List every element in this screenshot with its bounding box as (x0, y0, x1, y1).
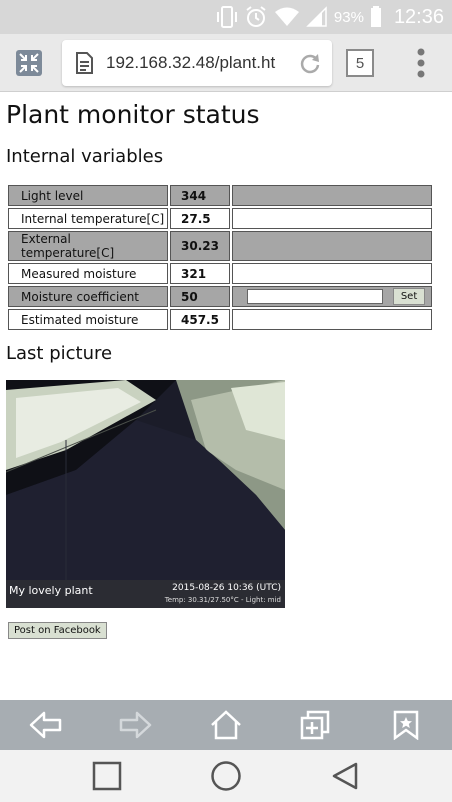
table-row: Light level 344 (8, 185, 432, 206)
row-label: Internal temperature[C] (8, 208, 168, 229)
row-label: Estimated moisture (8, 309, 168, 330)
row-value: 344 (170, 185, 230, 206)
variables-table: Light level 344 Internal temperature[C] … (6, 183, 434, 332)
row-extra (232, 231, 432, 261)
plant-picture: My lovely plant 2015-08-26 10:36 (UTC) T… (6, 380, 285, 608)
page-icon (74, 52, 94, 78)
more-vert-icon (417, 48, 425, 78)
tab-count: 5 (355, 54, 365, 72)
row-value: 457.5 (170, 309, 230, 330)
wifi-icon (274, 6, 300, 28)
row-extra (232, 263, 432, 284)
circle-icon (211, 761, 241, 791)
row-value: 27.5 (170, 208, 230, 229)
picture-content (6, 380, 285, 608)
exit-fullscreen-icon (16, 50, 42, 76)
system-back-button[interactable] (315, 750, 375, 802)
system-nav-bar (0, 750, 452, 802)
browser-bottom-bar (0, 700, 452, 750)
table-row: Moisture coefficient 50 Set (8, 286, 432, 307)
page-title: Plant monitor status (6, 100, 260, 129)
exit-fullscreen-button[interactable] (10, 46, 48, 80)
square-icon (92, 761, 122, 791)
alarm-icon (244, 5, 268, 29)
row-extra (232, 208, 432, 229)
status-bar: 93% 12:36 (0, 0, 452, 34)
row-label: External temperature[C] (8, 231, 168, 261)
new-tab-button[interactable] (285, 700, 345, 750)
post-on-facebook-button[interactable]: Post on Facebook (8, 622, 107, 639)
recent-apps-button[interactable] (77, 750, 137, 802)
section-heading-picture: Last picture (6, 343, 113, 364)
system-home-button[interactable] (196, 750, 256, 802)
coefficient-cell: Set (232, 286, 432, 307)
row-label: Moisture coefficient (8, 286, 168, 307)
picture-info: Temp: 30.31/27.50°C - Light: mid (164, 596, 281, 604)
table-row: Internal temperature[C] 27.5 (8, 208, 432, 229)
table-row: Estimated moisture 457.5 (8, 309, 432, 330)
reload-icon[interactable] (298, 51, 322, 79)
row-label: Measured moisture (8, 263, 168, 284)
table-row: External temperature[C] 30.23 (8, 231, 432, 261)
table-row: Measured moisture 321 (8, 263, 432, 284)
signal-icon (306, 6, 328, 28)
url-bar[interactable]: 192.168.32.48/plant.ht (62, 40, 332, 86)
row-label: Light level (8, 185, 168, 206)
row-value: 321 (170, 263, 230, 284)
bookmark-button[interactable] (376, 700, 436, 750)
back-arrow-icon (29, 711, 62, 739)
menu-button[interactable] (406, 44, 436, 82)
new-tab-icon (300, 710, 330, 740)
row-value: 50 (170, 286, 230, 307)
home-icon (211, 710, 241, 740)
picture-timestamp: 2015-08-26 10:36 (UTC) (172, 583, 281, 593)
triangle-back-icon (332, 762, 358, 790)
battery-icon (370, 6, 382, 28)
row-value: 30.23 (170, 231, 230, 261)
picture-caption: My lovely plant (9, 584, 93, 597)
moisture-coefficient-input[interactable] (247, 289, 383, 304)
row-extra (232, 185, 432, 206)
home-button[interactable] (196, 700, 256, 750)
browser-toolbar: 192.168.32.48/plant.ht 5 (0, 34, 452, 92)
bookmark-star-icon (393, 710, 419, 740)
forward-button[interactable] (105, 700, 165, 750)
section-heading-variables: Internal variables (6, 146, 164, 167)
back-button[interactable] (16, 700, 76, 750)
row-extra (232, 309, 432, 330)
url-text: 192.168.32.48/plant.ht (106, 53, 276, 72)
clock: 12:36 (393, 5, 444, 28)
set-button[interactable]: Set (392, 288, 426, 305)
vibrate-icon (216, 5, 238, 29)
battery-percent: 93% (333, 8, 364, 26)
forward-arrow-icon (119, 711, 152, 739)
tab-switcher-button[interactable]: 5 (346, 49, 374, 77)
web-page: Plant monitor status Internal variables … (0, 92, 452, 700)
